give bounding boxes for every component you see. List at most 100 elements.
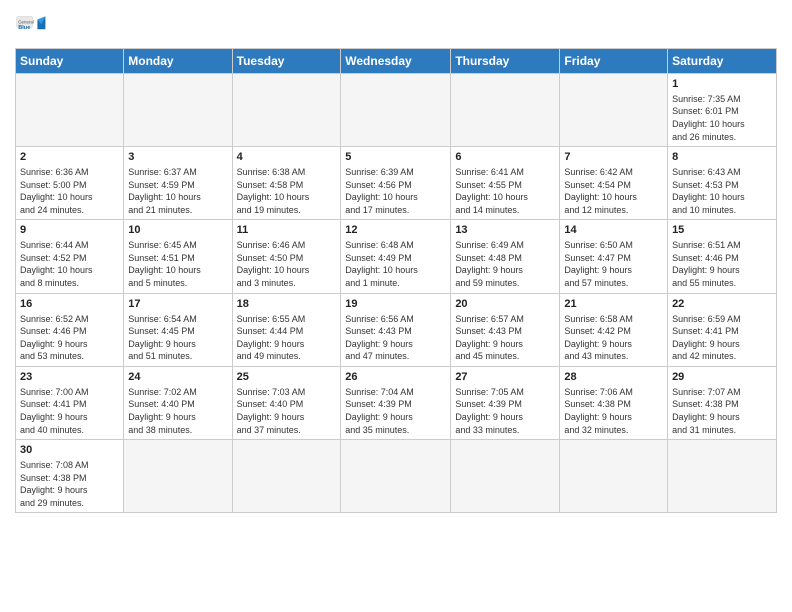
day-info: Sunrise: 6:57 AM Sunset: 4:43 PM Dayligh… — [455, 313, 555, 363]
logo: General Blue — [15, 10, 47, 42]
day-info: Sunrise: 6:51 AM Sunset: 4:46 PM Dayligh… — [672, 239, 772, 289]
calendar-day-cell — [232, 74, 341, 147]
svg-text:Blue: Blue — [18, 25, 30, 31]
day-info: Sunrise: 6:38 AM Sunset: 4:58 PM Dayligh… — [237, 166, 337, 216]
day-info: Sunrise: 6:43 AM Sunset: 4:53 PM Dayligh… — [672, 166, 772, 216]
calendar-day-cell — [124, 440, 232, 513]
day-info: Sunrise: 7:05 AM Sunset: 4:39 PM Dayligh… — [455, 386, 555, 436]
calendar-day-cell — [16, 74, 124, 147]
calendar-header-row: SundayMondayTuesdayWednesdayThursdayFrid… — [16, 49, 777, 74]
day-number: 13 — [455, 223, 555, 238]
calendar-day-cell: 23Sunrise: 7:00 AM Sunset: 4:41 PM Dayli… — [16, 366, 124, 439]
calendar-day-cell — [232, 440, 341, 513]
calendar-day-cell: 6Sunrise: 6:41 AM Sunset: 4:55 PM Daylig… — [451, 147, 560, 220]
day-info: Sunrise: 6:41 AM Sunset: 4:55 PM Dayligh… — [455, 166, 555, 216]
day-info: Sunrise: 6:48 AM Sunset: 4:49 PM Dayligh… — [345, 239, 446, 289]
calendar-day-cell: 11Sunrise: 6:46 AM Sunset: 4:50 PM Dayli… — [232, 220, 341, 293]
day-number: 7 — [564, 150, 663, 165]
calendar-day-cell — [341, 440, 451, 513]
calendar-day-cell: 1Sunrise: 7:35 AM Sunset: 6:01 PM Daylig… — [668, 74, 777, 147]
day-number: 28 — [564, 370, 663, 385]
day-of-week-header: Tuesday — [232, 49, 341, 74]
day-number: 27 — [455, 370, 555, 385]
generalblue-logo-icon: General Blue — [15, 10, 47, 42]
calendar-day-cell: 28Sunrise: 7:06 AM Sunset: 4:38 PM Dayli… — [560, 366, 668, 439]
day-info: Sunrise: 7:08 AM Sunset: 4:38 PM Dayligh… — [20, 459, 119, 509]
day-info: Sunrise: 6:39 AM Sunset: 4:56 PM Dayligh… — [345, 166, 446, 216]
day-number: 5 — [345, 150, 446, 165]
calendar-day-cell: 16Sunrise: 6:52 AM Sunset: 4:46 PM Dayli… — [16, 293, 124, 366]
calendar-day-cell: 29Sunrise: 7:07 AM Sunset: 4:38 PM Dayli… — [668, 366, 777, 439]
calendar-day-cell: 21Sunrise: 6:58 AM Sunset: 4:42 PM Dayli… — [560, 293, 668, 366]
calendar-day-cell — [341, 74, 451, 147]
calendar-week-row: 30Sunrise: 7:08 AM Sunset: 4:38 PM Dayli… — [16, 440, 777, 513]
calendar-day-cell: 9Sunrise: 6:44 AM Sunset: 4:52 PM Daylig… — [16, 220, 124, 293]
day-info: Sunrise: 6:49 AM Sunset: 4:48 PM Dayligh… — [455, 239, 555, 289]
calendar-day-cell: 26Sunrise: 7:04 AM Sunset: 4:39 PM Dayli… — [341, 366, 451, 439]
calendar-day-cell: 15Sunrise: 6:51 AM Sunset: 4:46 PM Dayli… — [668, 220, 777, 293]
calendar-day-cell: 25Sunrise: 7:03 AM Sunset: 4:40 PM Dayli… — [232, 366, 341, 439]
day-info: Sunrise: 6:58 AM Sunset: 4:42 PM Dayligh… — [564, 313, 663, 363]
calendar-week-row: 2Sunrise: 6:36 AM Sunset: 5:00 PM Daylig… — [16, 147, 777, 220]
day-info: Sunrise: 7:07 AM Sunset: 4:38 PM Dayligh… — [672, 386, 772, 436]
day-number: 17 — [128, 297, 227, 312]
calendar-day-cell — [451, 440, 560, 513]
day-number: 18 — [237, 297, 337, 312]
calendar-day-cell: 12Sunrise: 6:48 AM Sunset: 4:49 PM Dayli… — [341, 220, 451, 293]
calendar-day-cell: 20Sunrise: 6:57 AM Sunset: 4:43 PM Dayli… — [451, 293, 560, 366]
day-number: 16 — [20, 297, 119, 312]
day-number: 3 — [128, 150, 227, 165]
day-number: 26 — [345, 370, 446, 385]
calendar-week-row: 16Sunrise: 6:52 AM Sunset: 4:46 PM Dayli… — [16, 293, 777, 366]
calendar-day-cell: 14Sunrise: 6:50 AM Sunset: 4:47 PM Dayli… — [560, 220, 668, 293]
calendar-week-row: 1Sunrise: 7:35 AM Sunset: 6:01 PM Daylig… — [16, 74, 777, 147]
day-of-week-header: Friday — [560, 49, 668, 74]
calendar-day-cell: 22Sunrise: 6:59 AM Sunset: 4:41 PM Dayli… — [668, 293, 777, 366]
day-number: 24 — [128, 370, 227, 385]
calendar-day-cell: 19Sunrise: 6:56 AM Sunset: 4:43 PM Dayli… — [341, 293, 451, 366]
day-number: 2 — [20, 150, 119, 165]
day-number: 21 — [564, 297, 663, 312]
day-of-week-header: Thursday — [451, 49, 560, 74]
day-number: 20 — [455, 297, 555, 312]
day-info: Sunrise: 6:54 AM Sunset: 4:45 PM Dayligh… — [128, 313, 227, 363]
day-number: 6 — [455, 150, 555, 165]
svg-text:General: General — [18, 20, 34, 25]
day-info: Sunrise: 6:44 AM Sunset: 4:52 PM Dayligh… — [20, 239, 119, 289]
calendar-day-cell: 3Sunrise: 6:37 AM Sunset: 4:59 PM Daylig… — [124, 147, 232, 220]
day-info: Sunrise: 7:04 AM Sunset: 4:39 PM Dayligh… — [345, 386, 446, 436]
calendar-day-cell: 5Sunrise: 6:39 AM Sunset: 4:56 PM Daylig… — [341, 147, 451, 220]
day-number: 25 — [237, 370, 337, 385]
day-info: Sunrise: 7:06 AM Sunset: 4:38 PM Dayligh… — [564, 386, 663, 436]
day-number: 1 — [672, 77, 772, 92]
day-info: Sunrise: 6:50 AM Sunset: 4:47 PM Dayligh… — [564, 239, 663, 289]
day-info: Sunrise: 7:02 AM Sunset: 4:40 PM Dayligh… — [128, 386, 227, 436]
day-number: 4 — [237, 150, 337, 165]
day-number: 12 — [345, 223, 446, 238]
calendar-table: SundayMondayTuesdayWednesdayThursdayFrid… — [15, 48, 777, 513]
day-number: 14 — [564, 223, 663, 238]
day-info: Sunrise: 7:00 AM Sunset: 4:41 PM Dayligh… — [20, 386, 119, 436]
calendar-day-cell: 8Sunrise: 6:43 AM Sunset: 4:53 PM Daylig… — [668, 147, 777, 220]
header: General Blue — [15, 10, 777, 42]
calendar-day-cell: 13Sunrise: 6:49 AM Sunset: 4:48 PM Dayli… — [451, 220, 560, 293]
page: General Blue SundayMondayTuesdayWednesda… — [0, 0, 792, 612]
calendar-day-cell: 30Sunrise: 7:08 AM Sunset: 4:38 PM Dayli… — [16, 440, 124, 513]
calendar-day-cell: 2Sunrise: 6:36 AM Sunset: 5:00 PM Daylig… — [16, 147, 124, 220]
day-info: Sunrise: 6:42 AM Sunset: 4:54 PM Dayligh… — [564, 166, 663, 216]
day-info: Sunrise: 6:52 AM Sunset: 4:46 PM Dayligh… — [20, 313, 119, 363]
day-of-week-header: Wednesday — [341, 49, 451, 74]
day-number: 8 — [672, 150, 772, 165]
day-number: 19 — [345, 297, 446, 312]
calendar-week-row: 23Sunrise: 7:00 AM Sunset: 4:41 PM Dayli… — [16, 366, 777, 439]
calendar-day-cell — [124, 74, 232, 147]
calendar-day-cell: 24Sunrise: 7:02 AM Sunset: 4:40 PM Dayli… — [124, 366, 232, 439]
day-info: Sunrise: 6:55 AM Sunset: 4:44 PM Dayligh… — [237, 313, 337, 363]
day-info: Sunrise: 6:37 AM Sunset: 4:59 PM Dayligh… — [128, 166, 227, 216]
day-info: Sunrise: 6:45 AM Sunset: 4:51 PM Dayligh… — [128, 239, 227, 289]
day-number: 29 — [672, 370, 772, 385]
day-number: 30 — [20, 443, 119, 458]
calendar-day-cell — [451, 74, 560, 147]
day-info: Sunrise: 6:59 AM Sunset: 4:41 PM Dayligh… — [672, 313, 772, 363]
calendar-week-row: 9Sunrise: 6:44 AM Sunset: 4:52 PM Daylig… — [16, 220, 777, 293]
